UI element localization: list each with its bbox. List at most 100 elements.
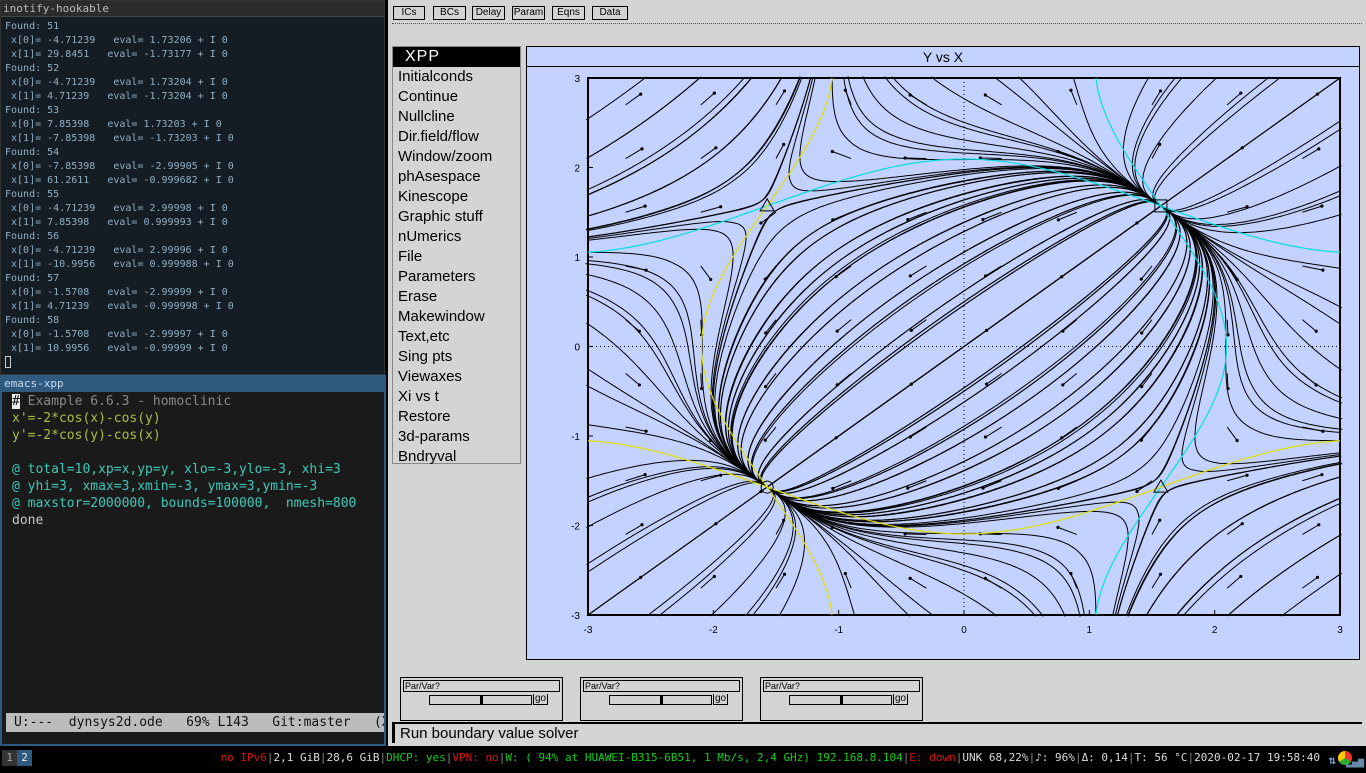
arrow-head xyxy=(908,576,912,580)
menu-item-bndryval[interactable]: Bndryval xyxy=(393,447,520,467)
trajectory xyxy=(714,168,1161,488)
arrow-head xyxy=(1140,385,1144,389)
arrow-head xyxy=(831,218,835,222)
arrow-head xyxy=(1158,518,1162,522)
direction-arrow xyxy=(700,206,721,213)
slider-track[interactable] xyxy=(609,695,712,705)
menu-title: XPP xyxy=(393,47,520,67)
button-data[interactable]: Data xyxy=(592,6,628,20)
trajectory xyxy=(767,205,1214,525)
direction-arrow xyxy=(1151,520,1161,535)
button-delay[interactable]: Delay xyxy=(472,6,505,20)
menu-item-numerics[interactable]: nUmerics xyxy=(393,227,520,247)
button-eqns[interactable]: Eqns xyxy=(552,6,585,20)
menu-item-parameters[interactable]: Parameters xyxy=(393,267,520,287)
menu-item-text-etc[interactable]: Text,etc xyxy=(393,327,520,347)
direction-arrow xyxy=(1057,526,1077,535)
button-param[interactable]: Param xyxy=(512,6,545,20)
arrow-head xyxy=(1069,88,1073,92)
slider-track[interactable] xyxy=(789,695,892,705)
trajectory xyxy=(586,473,767,528)
arrow-head xyxy=(637,329,641,333)
x-tick-label: 2 xyxy=(1212,625,1218,636)
menu-item-restore[interactable]: Restore xyxy=(393,407,520,427)
direction-arrow xyxy=(625,372,640,386)
arrow-head xyxy=(909,328,913,333)
trajectory xyxy=(719,172,1160,487)
direction-arrow xyxy=(1061,265,1078,278)
y-tick-label: 2 xyxy=(574,164,580,175)
arrow-head xyxy=(1314,329,1318,333)
trajectory xyxy=(750,194,1160,487)
direction-arrow xyxy=(625,93,641,106)
menu-item-phasespace[interactable]: phAsespace xyxy=(393,167,520,187)
arrow-head xyxy=(1245,473,1249,477)
direction-arrow xyxy=(1062,319,1078,332)
main-menu: XPP Initialconds Continue Nullcline Dir.fie… xyxy=(392,46,521,467)
slider-knob[interactable] xyxy=(480,696,483,704)
graph-window[interactable]: Y vs X -3 -2 -1 0 1 2 3 3 2 1 0 -1 -2 -3 xyxy=(526,46,1360,660)
menu-item-nullcline[interactable]: Nullcline xyxy=(393,107,520,127)
menu-item-3d-params[interactable]: 3d-params xyxy=(393,427,520,447)
direction-arrow xyxy=(1226,426,1238,441)
x-tick-label: 0 xyxy=(961,625,967,636)
go-button[interactable]: go xyxy=(533,694,549,705)
slider-label[interactable]: Par/Var? xyxy=(583,680,740,692)
go-button[interactable]: go xyxy=(893,694,909,705)
direction-arrow xyxy=(1058,480,1077,489)
menu-item-dir-field-flow[interactable]: Dir.field/flow xyxy=(393,127,520,147)
direction-arrow xyxy=(832,151,852,160)
slider-label[interactable]: Par/Var? xyxy=(763,680,920,692)
menu-item-makewindow[interactable]: Makewindow xyxy=(393,307,520,327)
trajectory xyxy=(587,77,783,217)
menu-item-xi-vs-t[interactable]: Xi vs t xyxy=(393,387,520,407)
menu-item-sing-pts[interactable]: Sing pts xyxy=(393,347,520,367)
menu-item-window-zoom[interactable]: Window/zoom xyxy=(393,147,520,167)
slider-knob[interactable] xyxy=(840,696,843,704)
workspace-1[interactable]: 1 xyxy=(2,750,17,766)
x-tick-label: -2 xyxy=(709,625,718,636)
arrow-head xyxy=(1240,522,1244,526)
workspace-2[interactable]: 2 xyxy=(17,750,32,766)
arrow-head xyxy=(1069,571,1073,576)
signal-tray-icon[interactable]: ▂▄▆ xyxy=(1346,753,1364,773)
menu-item-graphic-stuff[interactable]: Graphic stuff xyxy=(393,207,520,227)
terminal-line: x[0]= -4.71239 eval= 2.99998 + I 0 xyxy=(5,203,228,214)
menu-item-continue[interactable]: Continue xyxy=(393,87,520,107)
go-button[interactable]: go xyxy=(713,694,729,705)
button-bcs[interactable]: BCs xyxy=(433,6,466,20)
network-tray-icon[interactable]: ⇅ xyxy=(1329,750,1336,770)
direction-arrow xyxy=(836,372,852,386)
direction-arrow xyxy=(1226,576,1242,589)
emacs-window[interactable]: emacs-xpp # Example 6.6.3 - homoclinic x… xyxy=(0,375,386,746)
direction-arrow xyxy=(1062,372,1078,386)
text-cursor: # xyxy=(12,394,20,409)
menu-item-viewaxes[interactable]: Viewaxes xyxy=(393,367,520,387)
menu-item-initialconds[interactable]: Initialconds xyxy=(393,67,520,87)
direction-arrow xyxy=(1302,474,1323,482)
slider-knob[interactable] xyxy=(660,696,663,704)
direction-arrow xyxy=(909,577,927,589)
arrow-head xyxy=(1315,575,1320,579)
arrow-head xyxy=(709,438,713,443)
terminal-line: Found: 52 xyxy=(5,63,60,74)
menu-item-erase[interactable]: Erase xyxy=(393,287,520,307)
trajectory xyxy=(740,186,1161,487)
direction-arrow xyxy=(1227,474,1248,482)
trajectory xyxy=(720,172,1160,487)
editor-buffer[interactable]: # Example 6.6.3 - homoclinic x'=-2*cos(x… xyxy=(2,392,384,529)
trajectory xyxy=(740,186,1160,487)
menu-item-file[interactable]: File xyxy=(393,247,520,267)
button-ics[interactable]: ICs xyxy=(393,6,425,20)
arrow-head xyxy=(1235,277,1239,282)
command-line[interactable] xyxy=(392,23,1362,42)
menu-item-kinescope[interactable]: Kinescope xyxy=(393,187,520,207)
terminal-output[interactable]: Found: 51 x[0]= -4.71239 eval= 1.73206 +… xyxy=(1,17,384,370)
terminal-line: Found: 51 xyxy=(5,21,60,32)
trajectory xyxy=(1162,120,1341,211)
slider-label[interactable]: Par/Var? xyxy=(403,680,560,692)
arrow-head xyxy=(763,277,767,281)
emacs-modeline: U:--- dynsys2d.ode 69% L143 Git:master (… xyxy=(6,713,384,732)
phase-plane-plot[interactable]: -3 -2 -1 0 1 2 3 3 2 1 0 -1 -2 -3 xyxy=(527,67,1359,659)
slider-track[interactable] xyxy=(429,695,532,705)
